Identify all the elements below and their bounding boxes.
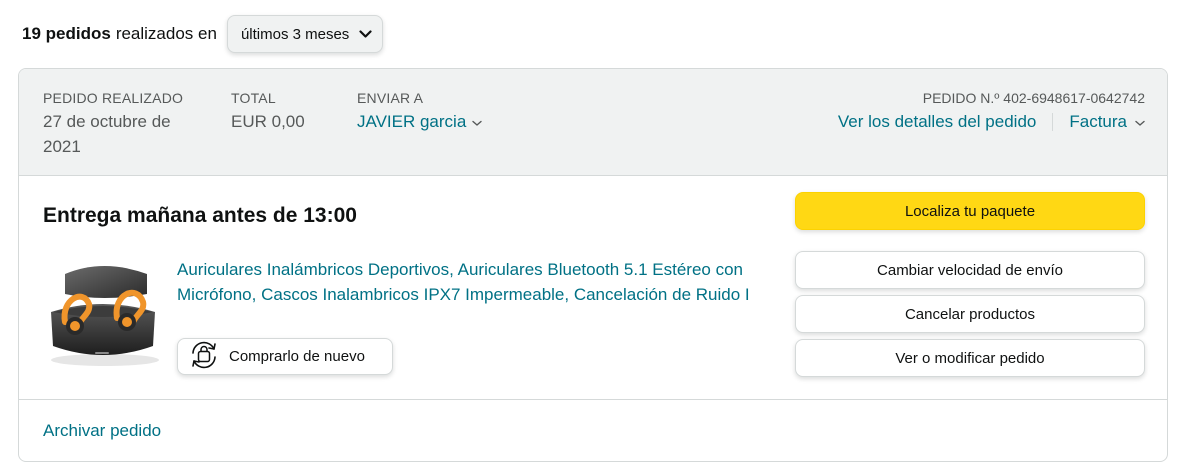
view-modify-order-button[interactable]: Ver o modificar pedido: [795, 339, 1145, 377]
order-details-link[interactable]: Ver los detalles del pedido: [838, 112, 1036, 132]
time-range-dropdown[interactable]: últimos 3 meses: [226, 15, 384, 53]
buy-again-button[interactable]: Comprarlo de nuevo: [177, 338, 393, 375]
ship-to-caption: ENVIAR A: [357, 90, 424, 106]
order-number-column: PEDIDO N.º 402-6948617-0642742 Ver los d…: [838, 89, 1145, 134]
earbuds-case-image: [51, 266, 159, 366]
order-header: PEDIDO REALIZADO 27 de octubre de 2021 T…: [19, 69, 1167, 176]
order-footer: Archivar pedido: [19, 400, 1167, 461]
buy-again-label: Comprarlo de nuevo: [229, 348, 365, 365]
time-range-value: últimos 3 meses: [240, 25, 350, 43]
order-header-actions: Ver los detalles del pedido Factura: [838, 109, 1145, 134]
order-total-value: EUR 0,00: [231, 112, 305, 131]
delivery-status-title: Entrega mañana antes de 13:00: [43, 204, 357, 227]
order-placed-caption: PEDIDO REALIZADO: [43, 90, 184, 106]
product-title-link[interactable]: Auriculares Inalámbricos Deportivos, Aur…: [177, 257, 751, 307]
order-placed-date: 27 de octubre de 2021: [43, 112, 171, 156]
chevron-down-icon: [359, 26, 372, 43]
order-total-caption: TOTAL: [231, 90, 276, 106]
order-card: PEDIDO REALIZADO 27 de octubre de 2021 T…: [18, 68, 1168, 462]
change-delivery-speed-button[interactable]: Cambiar velocidad de envío: [795, 251, 1145, 289]
order-total-column: TOTAL EUR 0,00: [231, 89, 305, 134]
ship-to-name: JAVIER garcia: [357, 112, 467, 131]
chevron-down-icon: [472, 109, 482, 134]
ship-to-recipient-link[interactable]: JAVIER garcia: [357, 109, 482, 134]
invoice-dropdown[interactable]: Factura: [1069, 112, 1145, 132]
orders-count: 19 pedidos: [22, 24, 111, 43]
order-number: PEDIDO N.º 402-6948617-0642742: [922, 90, 1145, 106]
order-body: Entrega mañana antes de 13:00 Auriculare…: [19, 176, 1167, 400]
orders-summary-text: realizados en: [115, 24, 217, 43]
invoice-label: Factura: [1069, 111, 1127, 131]
archive-order-link[interactable]: Archivar pedido: [43, 420, 161, 442]
orders-summary: 19 pedidos realizados en últimos 3 meses: [22, 14, 384, 54]
chevron-down-icon: [1135, 112, 1145, 132]
order-placed-column: PEDIDO REALIZADO 27 de octubre de 2021: [43, 89, 213, 159]
track-package-button[interactable]: Localiza tu paquete: [795, 192, 1145, 230]
product-image[interactable]: [43, 252, 165, 370]
buy-again-icon: [188, 339, 220, 375]
ship-to-column: ENVIAR A JAVIER garcia: [357, 89, 482, 134]
divider: [1052, 112, 1054, 131]
cancel-items-button[interactable]: Cancelar productos: [795, 295, 1145, 333]
